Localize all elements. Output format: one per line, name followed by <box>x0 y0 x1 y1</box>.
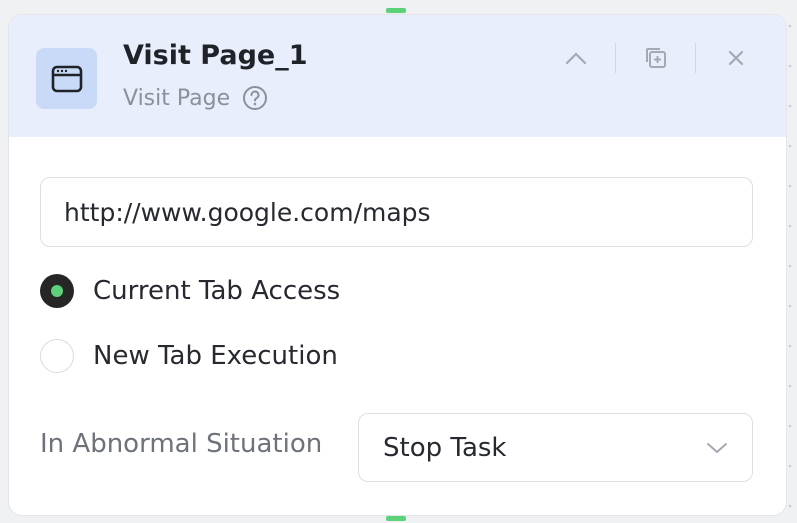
node-title: Visit Page_1 <box>123 40 308 71</box>
node-subtitle: Visit Page <box>123 85 268 111</box>
browser-window-icon <box>36 48 97 109</box>
header-divider <box>615 43 616 73</box>
close-icon <box>728 50 744 66</box>
radio-label: New Tab Execution <box>93 341 338 371</box>
radio-button-unchecked[interactable] <box>40 339 74 373</box>
node-type-label: Visit Page <box>123 85 231 111</box>
abnormal-action-select[interactable]: Stop Task <box>358 413 753 482</box>
copy-add-icon <box>646 48 666 68</box>
output-connector[interactable] <box>386 516 406 521</box>
chevron-down-icon <box>707 442 727 453</box>
radio-current-tab[interactable]: Current Tab Access <box>40 274 340 308</box>
visit-page-node-card: Visit Page_1 Visit Page http://www.googl… <box>8 14 787 516</box>
radio-label: Current Tab Access <box>93 276 341 306</box>
select-value: Stop Task <box>383 432 507 463</box>
radio-new-tab[interactable]: New Tab Execution <box>40 339 338 373</box>
collapse-button[interactable] <box>561 43 591 73</box>
node-header: Visit Page_1 Visit Page <box>9 15 786 137</box>
header-divider <box>695 43 696 73</box>
duplicate-button[interactable] <box>641 43 671 73</box>
help-icon[interactable] <box>242 85 268 111</box>
chevron-up-icon <box>565 52 587 65</box>
input-connector[interactable] <box>386 8 406 13</box>
url-input[interactable]: http://www.google.com/maps <box>40 177 753 247</box>
radio-button-checked[interactable] <box>40 274 74 308</box>
close-button[interactable] <box>721 43 751 73</box>
abnormal-situation-label: In Abnormal Situation <box>40 429 323 459</box>
